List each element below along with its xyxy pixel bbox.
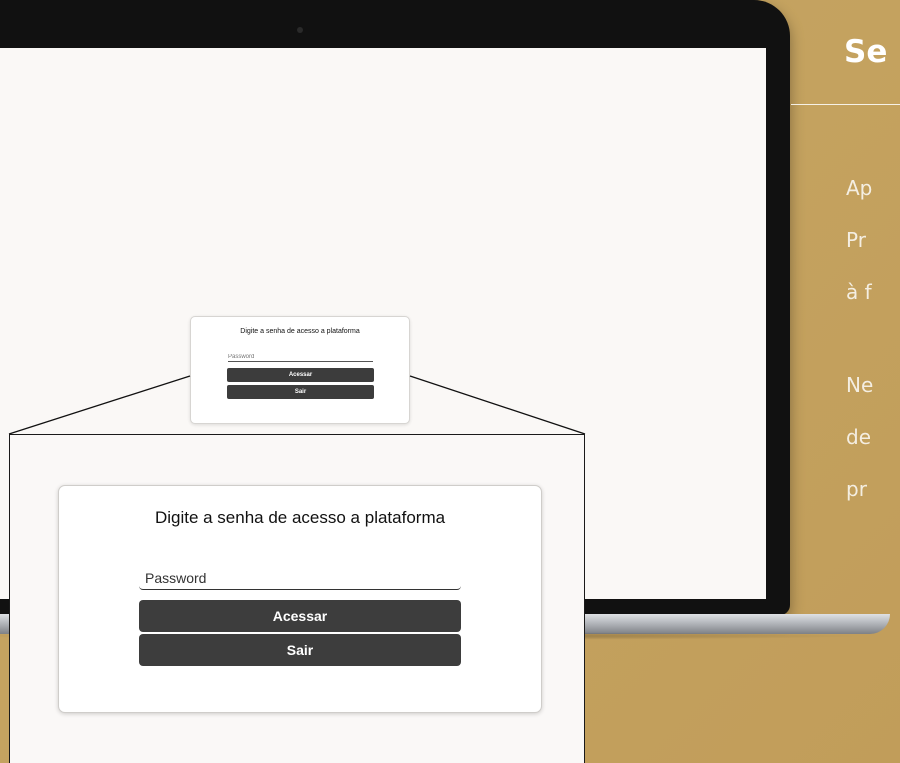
acessar-button-small[interactable]: Acessar (227, 368, 374, 382)
side-text-line: pr (846, 477, 867, 501)
password-input-small[interactable] (228, 352, 373, 362)
sair-button-small[interactable]: Sair (227, 385, 374, 399)
side-text-line: à f (846, 280, 872, 304)
sair-button[interactable]: Sair (139, 634, 461, 666)
side-divider (791, 104, 900, 105)
login-card: Digite a senha de acesso a plataforma Ac… (58, 485, 542, 713)
marketing-slide: Digite a senha de acesso a plataforma Ac… (0, 0, 900, 763)
acessar-button[interactable]: Acessar (139, 600, 461, 632)
zoom-panel: Digite a senha de acesso a plataforma Ac… (9, 434, 585, 763)
webcam-icon (297, 27, 303, 33)
side-heading: Se (844, 34, 888, 70)
login-card-small: Digite a senha de acesso a plataforma Ac… (190, 316, 410, 424)
side-text-line: Ne (846, 373, 874, 397)
side-text-line: Pr (846, 228, 866, 252)
side-text-line: de (846, 425, 871, 449)
login-title: Digite a senha de acesso a plataforma (154, 508, 446, 527)
side-text-line: Ap (846, 176, 873, 200)
login-title-small: Digite a senha de acesso a plataforma (240, 328, 360, 335)
password-input[interactable] (139, 566, 461, 590)
